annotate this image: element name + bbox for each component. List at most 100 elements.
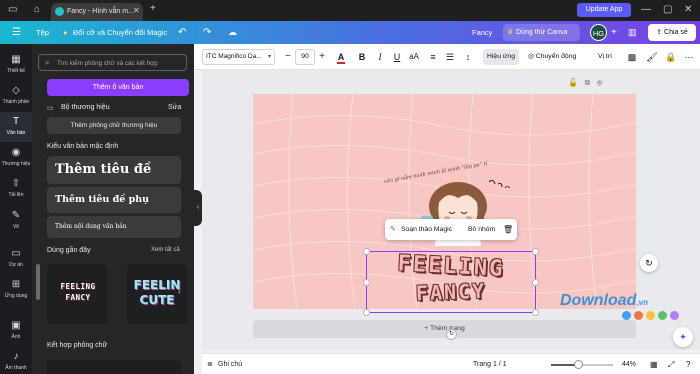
list-icon[interactable]: ☰ [444, 49, 456, 65]
collapse-panel-button[interactable]: ‹ [194, 190, 202, 226]
letter-case-button[interactable]: aA [407, 49, 421, 65]
font-size-increase-button[interactable]: + [316, 49, 328, 65]
rail-item-label: Ứng dụng [4, 293, 28, 299]
rail-item-upload[interactable]: ⇧ Tải lên [0, 174, 32, 204]
page-tools: 🔓 ⧉ ⊕ [568, 78, 602, 88]
resize-handle-tr[interactable] [532, 248, 539, 255]
rail-item-layout[interactable]: ▦ Thiết kế [0, 50, 32, 80]
grid-view-icon[interactable]: ▦ [650, 354, 658, 374]
add-page-button[interactable]: + Thêm trang [253, 320, 636, 338]
chevron-right-icon[interactable]: › [178, 287, 181, 296]
browser-tab[interactable]: Fancy - Hình vẫn m... ✕ [51, 3, 143, 21]
add-brand-font-button[interactable]: Thêm phông chữ thương hiệu [47, 117, 181, 134]
close-icon[interactable]: ✕ [133, 6, 140, 15]
home-icon[interactable]: ⌂ [34, 4, 40, 15]
recent-title: Dùng gần đây [47, 247, 91, 254]
rail-item-elements[interactable]: ◇ Thành phần [0, 81, 32, 111]
font-family-select[interactable]: ITC Magnifico Da... ▾ [202, 49, 275, 65]
more-options-icon[interactable]: ⋯ [683, 49, 695, 65]
notes-button[interactable]: Ghi chú [218, 354, 242, 374]
add-textbox-button[interactable]: Thêm ô văn bản [47, 79, 189, 96]
window-menu-icon[interactable]: ▭ [8, 4, 17, 15]
font-size-input[interactable]: 90 [295, 49, 315, 65]
redo-icon[interactable]: ↷ [203, 21, 211, 44]
magic-edit-icon: ✎ [390, 226, 396, 233]
effects-button[interactable]: Hiệu ứng [483, 49, 519, 65]
transparency-icon[interactable]: ▩ [626, 49, 638, 65]
zoom-slider[interactable] [551, 360, 613, 369]
zoom-percent[interactable]: 44% [622, 354, 636, 374]
zoom-slider-handle[interactable] [574, 360, 583, 369]
rail-item-label: Âm thanh [5, 365, 27, 371]
fullscreen-icon[interactable]: ⤢ [668, 354, 674, 374]
maximize-icon[interactable]: ▢ [663, 4, 672, 15]
panel-scrollbar[interactable] [36, 264, 40, 300]
watermark-dot [658, 311, 667, 320]
resize-handle-right[interactable] [532, 279, 539, 286]
try-pro-button[interactable]: ♛ Dùng thử Canva Pro [503, 24, 580, 53]
minimize-icon[interactable]: — [641, 4, 651, 15]
selection-box[interactable] [366, 251, 536, 313]
share-button[interactable]: ⇪ Chia sẻ [648, 24, 696, 41]
cloud-saved-icon[interactable]: ☁ [228, 21, 237, 44]
chevron-down-icon: ▾ [267, 54, 271, 60]
font-combo-card[interactable] [47, 360, 181, 374]
rail-item-label: Thương hiệu [1, 161, 31, 167]
trash-icon[interactable]: 🗑 [503, 219, 513, 240]
recent-item-feeling-fancy[interactable]: FEELING FANCY [47, 264, 107, 324]
magic-assistant-icon[interactable]: ✦ [673, 327, 693, 347]
duplicate-page-icon[interactable]: ⧉ [585, 78, 591, 87]
brush-icon[interactable]: 🖌 [646, 49, 658, 65]
rail-item-draw[interactable]: ✎ Vẽ [0, 206, 32, 236]
menu-icon[interactable]: ☰ [12, 21, 21, 44]
brand-kit-edit-link[interactable]: Sửa [168, 104, 181, 111]
font-search[interactable]: ⌕ [38, 54, 187, 71]
resize-handle-tl[interactable] [363, 248, 370, 255]
bold-button[interactable]: B [356, 49, 368, 65]
italic-button[interactable]: I [374, 49, 386, 65]
recent-see-all-link[interactable]: Xem tất cả [151, 247, 180, 253]
rail-item-apps[interactable]: ⊞ Ứng dụng [0, 275, 32, 305]
add-page-icon[interactable]: ⊕ [597, 78, 602, 87]
add-heading-card[interactable]: Thêm tiêu đề [47, 156, 181, 184]
window-close-icon[interactable]: ✕ [684, 4, 692, 15]
layout-icon: ▦ [11, 54, 21, 65]
update-app-button[interactable]: Update App [577, 3, 631, 17]
document-title[interactable]: Fancy [472, 21, 492, 44]
font-search-input[interactable] [57, 57, 183, 69]
align-center-icon[interactable]: ≡ [427, 49, 439, 65]
refresh-icon[interactable]: ↻ [640, 254, 658, 272]
rail-item-brand[interactable]: ◉ Thương hiệu [0, 143, 32, 173]
underline-button[interactable]: U [391, 49, 403, 65]
lock-page-icon[interactable]: 🔓 [568, 78, 578, 87]
add-collaborator-icon[interactable]: + [611, 21, 617, 44]
magic-icon: ● [63, 28, 68, 37]
lock-icon[interactable]: 🔒 [665, 49, 677, 65]
ungroup-button[interactable]: Bỏ nhóm [468, 219, 495, 240]
analytics-icon[interactable]: ▥ [628, 21, 637, 44]
resize-button[interactable]: Đổi cỡ và Chuyển đổi Magic [73, 21, 167, 44]
rail-item-audio[interactable]: ♪ Âm thanh [0, 347, 32, 374]
resize-handle-left[interactable] [363, 279, 370, 286]
position-button[interactable]: Vị trí [598, 49, 612, 65]
rotate-icon[interactable]: ↻ [446, 329, 457, 340]
new-tab-icon[interactable]: + [150, 3, 156, 14]
rail-item-text[interactable]: T Văn bản [0, 112, 32, 142]
resize-handle-bl[interactable] [363, 309, 370, 316]
page-indicator[interactable]: Trang 1 / 1 [473, 354, 507, 374]
text-color-button[interactable]: A [335, 49, 347, 65]
resize-handle-br[interactable] [532, 309, 539, 316]
animate-button[interactable]: ◎ Chuyển động [528, 49, 576, 65]
watermark-dot [670, 311, 679, 320]
font-size-decrease-button[interactable]: − [282, 49, 294, 65]
rail-item-photos[interactable]: ▣ Ảnh [0, 316, 32, 346]
rail-item-projects[interactable]: ▭ Dự án [0, 244, 32, 274]
avatar[interactable]: HG [590, 24, 607, 41]
magic-edit-button[interactable]: Soạn thảo Magic [401, 219, 452, 240]
undo-icon[interactable]: ↶ [178, 21, 186, 44]
add-body-card[interactable]: Thêm nội dung văn bản [47, 216, 181, 238]
help-icon[interactable]: ? [686, 354, 690, 374]
file-menu[interactable]: Tệp [36, 21, 49, 44]
add-subheading-card[interactable]: Thêm tiêu đề phụ [47, 187, 181, 213]
spacing-icon[interactable]: ↕ [462, 49, 474, 65]
